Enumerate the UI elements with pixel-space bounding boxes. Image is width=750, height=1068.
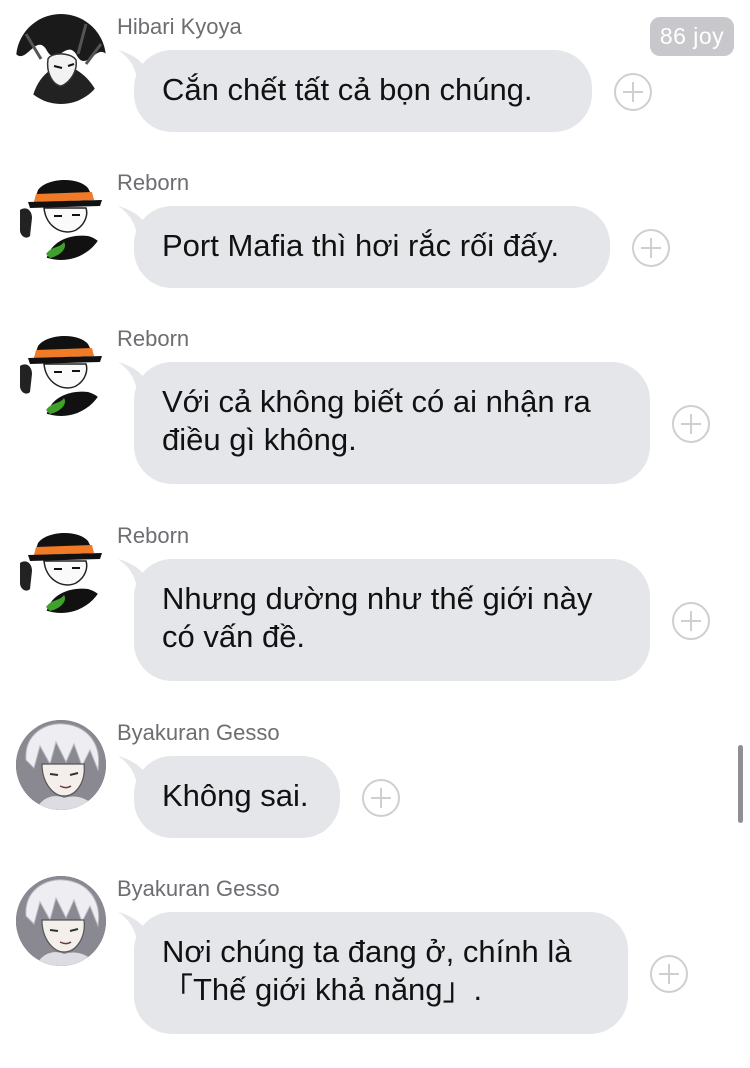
reborn-avatar[interactable]	[16, 170, 106, 260]
message-bubble[interactable]: Port Mafia thì hơi rắc rối đấy.	[118, 206, 610, 288]
sender-name: Hibari Kyoya	[117, 14, 242, 39]
sender-name: Reborn	[117, 170, 190, 195]
add-reaction-icon[interactable]	[362, 779, 400, 817]
message-bubble[interactable]: Nhưng dường như thế giới này có vấn đề.	[118, 559, 650, 681]
byakuran-avatar[interactable]	[16, 876, 106, 966]
sender-name: Reborn	[117, 326, 190, 351]
hibari-avatar[interactable]	[16, 14, 106, 104]
message-text: Cắn chết tất cả bọn chúng.	[162, 72, 533, 107]
byakuran-avatar[interactable]	[16, 720, 106, 810]
joy-count-badge: 86 joy	[650, 17, 734, 56]
message-text: Port Mafia thì hơi rắc rối đấy.	[162, 228, 560, 263]
message-bubble[interactable]: Cắn chết tất cả bọn chúng.	[118, 50, 592, 132]
message-bubble[interactable]: Không sai.	[118, 756, 340, 838]
sender-name: Byakuran Gesso	[117, 720, 280, 745]
add-reaction-icon[interactable]	[650, 955, 688, 993]
message-text: Không sai.	[162, 778, 309, 813]
reborn-avatar[interactable]	[16, 326, 106, 416]
message-text: Nhưng dường như thế giới này có vấn đề.	[162, 581, 593, 654]
message-bubble[interactable]: Nơi chúng ta đang ở, chính là 「Thế giới …	[118, 912, 628, 1034]
reborn-avatar[interactable]	[16, 523, 106, 613]
add-reaction-icon[interactable]	[614, 73, 652, 111]
message-bubble[interactable]: Với cả không biết có ai nhận ra điều gì …	[118, 362, 650, 484]
message-text: Với cả không biết có ai nhận ra điều gì …	[162, 384, 591, 457]
scrollbar[interactable]	[738, 745, 743, 823]
add-reaction-icon[interactable]	[672, 405, 710, 443]
sender-name: Reborn	[117, 523, 190, 548]
add-reaction-icon[interactable]	[672, 602, 710, 640]
sender-name: Byakuran Gesso	[117, 876, 280, 901]
add-reaction-icon[interactable]	[632, 229, 670, 267]
message-text: Nơi chúng ta đang ở, chính là 「Thế giới …	[162, 934, 572, 1007]
